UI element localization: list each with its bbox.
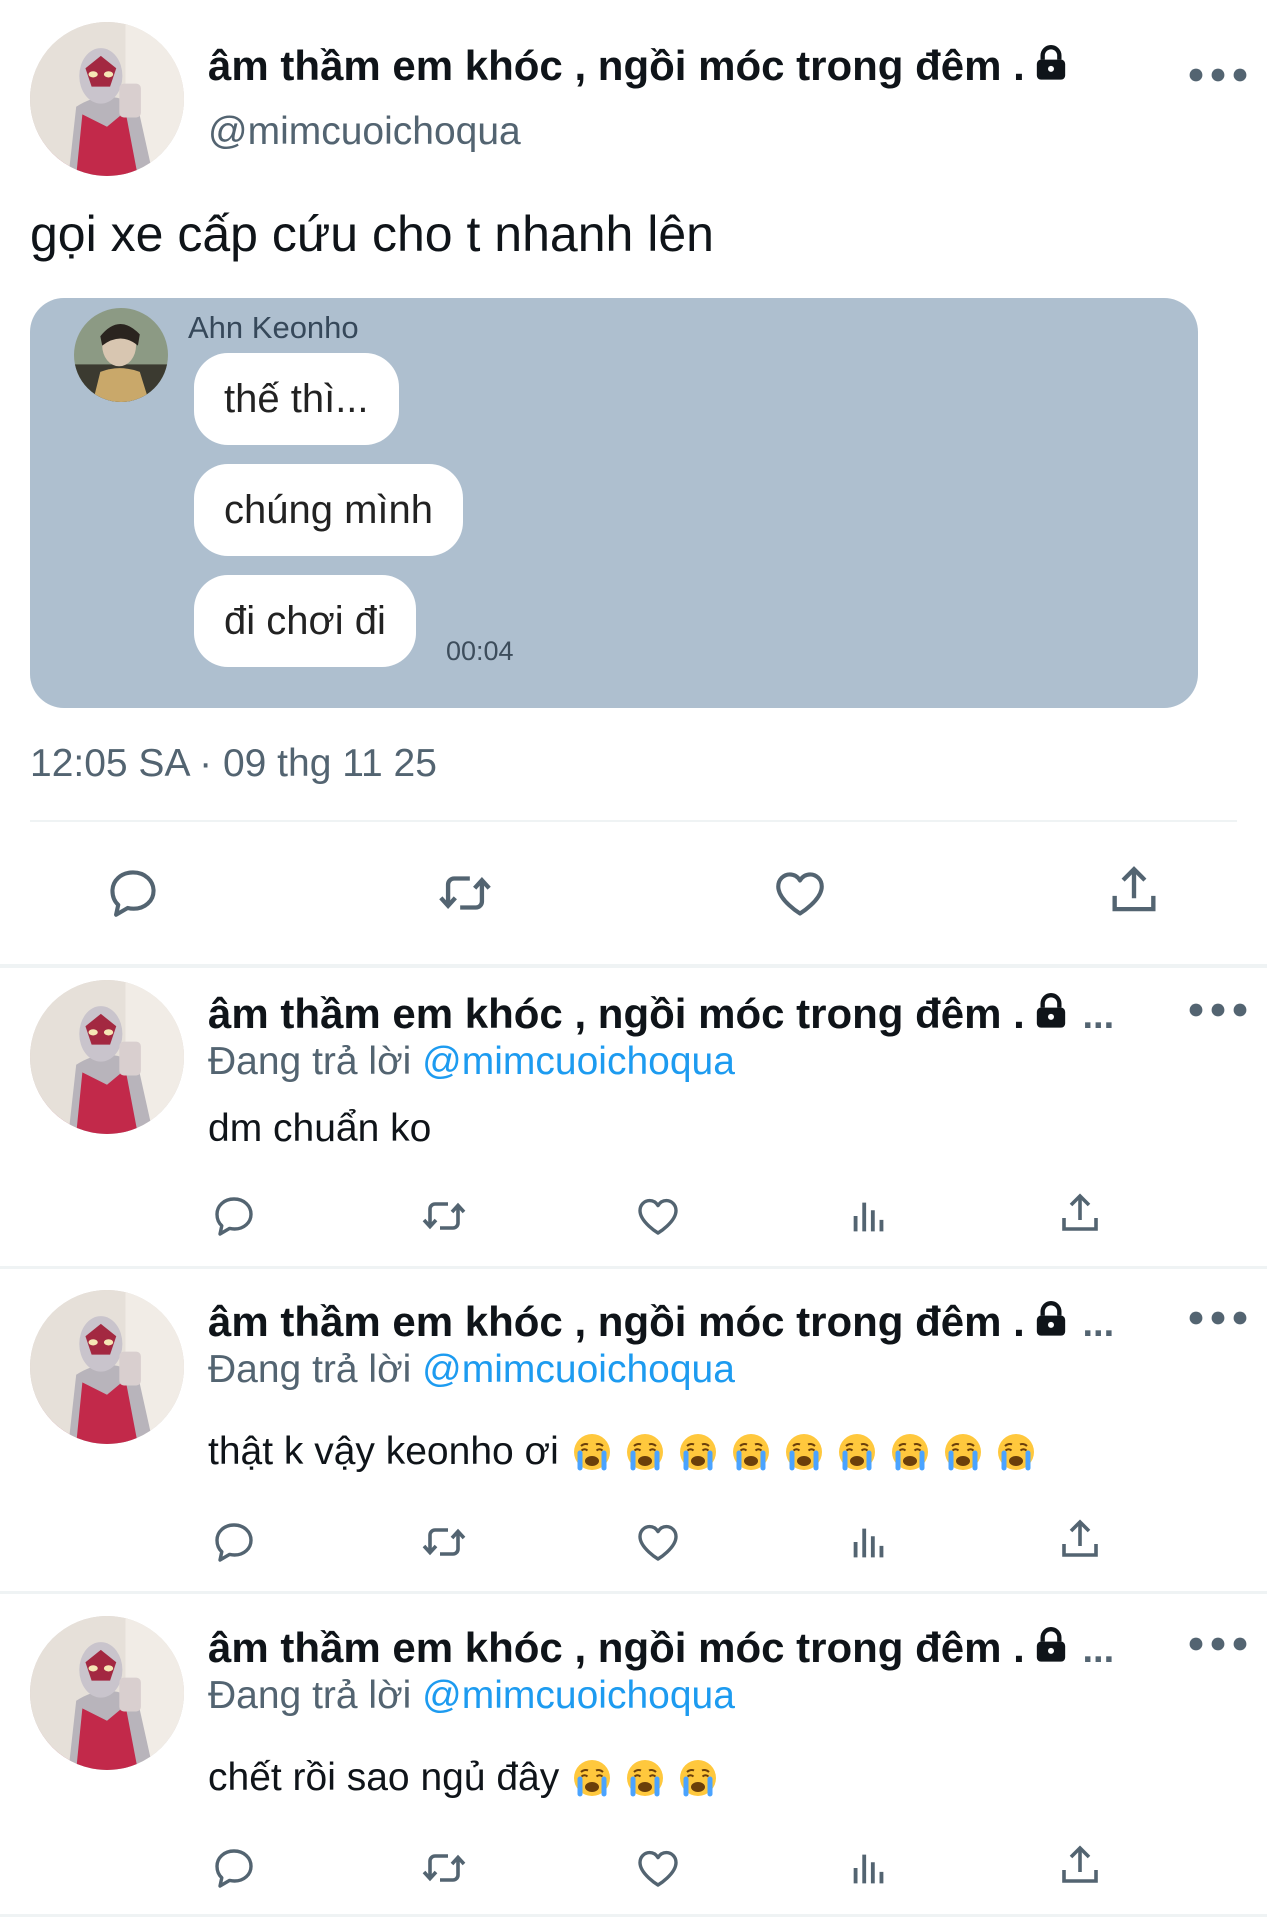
reply-icon[interactable]: [210, 1844, 258, 1892]
chat-message: chúng mình: [194, 464, 464, 556]
reply-text: chết rồi sao ngủ đây: [208, 1756, 718, 1800]
divider: [30, 820, 1237, 822]
lock-icon: [1031, 43, 1071, 83]
reply-avatar[interactable]: [30, 1290, 184, 1444]
share-icon[interactable]: [1056, 1190, 1104, 1238]
retweet-icon[interactable]: [434, 864, 496, 922]
lock-icon: [1031, 1299, 1071, 1339]
replying-to: Đang trả lời @mimcuoichoqua: [208, 1674, 735, 1717]
share-icon[interactable]: [1056, 1842, 1104, 1890]
chat-sender-name: Ahn Keonho: [188, 310, 359, 345]
reply-avatar[interactable]: [30, 1616, 184, 1770]
divider: [0, 1266, 1267, 1269]
loudly-crying-face-emoji: [837, 1432, 877, 1472]
mention-link[interactable]: @mimcuoichoqua: [422, 1040, 735, 1083]
mention-link[interactable]: @mimcuoichoqua: [422, 1674, 735, 1717]
replying-to: Đang trả lời @mimcuoichoqua: [208, 1040, 735, 1083]
reply-display-name[interactable]: âm thầm em khóc , ngồi móc trong đêm . .…: [208, 1624, 1114, 1672]
mention-link[interactable]: @mimcuoichoqua: [422, 1348, 735, 1391]
tweet-text: gọi xe cấp cứu cho t nhanh lên: [30, 206, 714, 262]
loudly-crying-face-emoji: [572, 1758, 612, 1798]
embedded-chat-image[interactable]: Ahn Keonho thế thì... chúng mình đi chơi…: [30, 298, 1198, 708]
reply-text: thật k vậy keonho ơi: [208, 1430, 1036, 1474]
chat-message: thế thì...: [194, 353, 399, 445]
views-icon[interactable]: [846, 1518, 892, 1566]
tweet-timestamp[interactable]: 12:05 SA · 09 thg 11 25: [30, 742, 437, 786]
divider: [0, 1591, 1267, 1594]
replying-to: Đang trả lời @mimcuoichoqua: [208, 1348, 735, 1391]
loudly-crying-face-emoji: [625, 1758, 665, 1798]
reply-display-name[interactable]: âm thầm em khóc , ngồi móc trong đêm . .…: [208, 990, 1114, 1038]
like-icon[interactable]: [634, 1518, 682, 1566]
divider: [0, 964, 1267, 968]
share-icon[interactable]: [1056, 1516, 1104, 1564]
loudly-crying-face-emoji: [572, 1432, 612, 1472]
reply-avatar[interactable]: [30, 980, 184, 1134]
author-handle[interactable]: @mimcuoichoqua: [208, 110, 521, 154]
emoji-row: [559, 1756, 718, 1799]
chat-time: 00:04: [446, 636, 514, 666]
views-icon[interactable]: [846, 1844, 892, 1892]
reply-icon[interactable]: [104, 864, 162, 922]
lock-icon: [1031, 1625, 1071, 1665]
loudly-crying-face-emoji: [943, 1432, 983, 1472]
more-horizontal-icon[interactable]: [1188, 1000, 1248, 1020]
views-icon[interactable]: [846, 1192, 892, 1240]
loudly-crying-face-emoji: [784, 1432, 824, 1472]
divider: [0, 1914, 1267, 1917]
more-horizontal-icon[interactable]: [1188, 65, 1248, 85]
lock-icon: [1031, 991, 1071, 1031]
retweet-icon[interactable]: [418, 1192, 470, 1240]
chat-sender-avatar: [74, 308, 168, 402]
like-icon[interactable]: [771, 864, 829, 922]
share-icon[interactable]: [1105, 862, 1163, 920]
chat-message: đi chơi đi: [194, 575, 416, 667]
loudly-crying-face-emoji: [678, 1432, 718, 1472]
retweet-icon[interactable]: [418, 1518, 470, 1566]
retweet-icon[interactable]: [418, 1844, 470, 1892]
like-icon[interactable]: [634, 1844, 682, 1892]
author-avatar[interactable]: [30, 22, 184, 176]
author-display-name[interactable]: âm thầm em khóc , ngồi móc trong đêm .: [208, 42, 1071, 90]
loudly-crying-face-emoji: [996, 1432, 1036, 1472]
reply-icon[interactable]: [210, 1518, 258, 1566]
reply-icon[interactable]: [210, 1192, 258, 1240]
loudly-crying-face-emoji: [678, 1758, 718, 1798]
loudly-crying-face-emoji: [890, 1432, 930, 1472]
reply-display-name[interactable]: âm thầm em khóc , ngồi móc trong đêm . .…: [208, 1298, 1114, 1346]
emoji-row: [559, 1430, 1036, 1473]
more-horizontal-icon[interactable]: [1188, 1308, 1248, 1328]
reply-text: dm chuẩn ko: [208, 1107, 432, 1150]
more-horizontal-icon[interactable]: [1188, 1634, 1248, 1654]
loudly-crying-face-emoji: [625, 1432, 665, 1472]
loudly-crying-face-emoji: [731, 1432, 771, 1472]
like-icon[interactable]: [634, 1192, 682, 1240]
